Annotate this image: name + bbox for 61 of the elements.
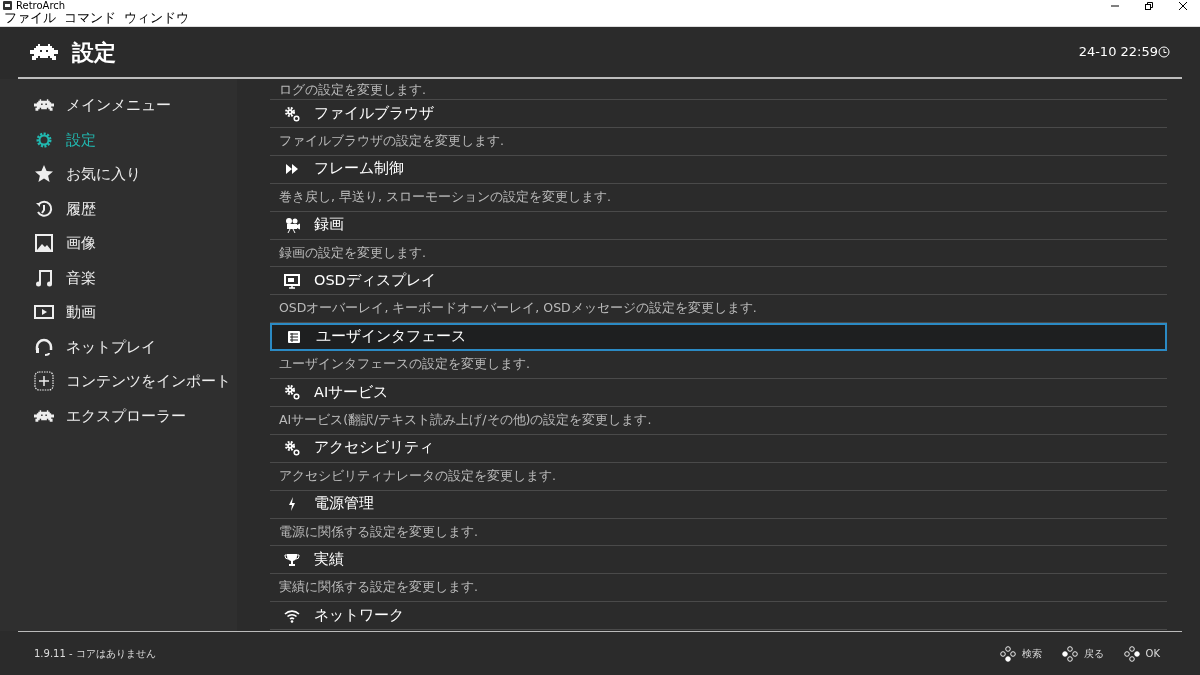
restore-icon [1144, 0, 1154, 11]
settings-item[interactable]: ファイルブラウザ [270, 100, 1167, 128]
settings-item[interactable]: 実績 [270, 546, 1167, 575]
close-icon [1178, 0, 1188, 11]
gamepad-buttons-icon [1061, 645, 1078, 662]
gears-icon [284, 440, 300, 457]
settings-item[interactable]: アクセシビリティ [270, 434, 1167, 463]
settings-item[interactable]: 録画 [270, 211, 1167, 240]
item-description: ユーザインタフェースの設定を変更します. [279, 355, 530, 374]
item-description: ログの設定を変更します. [279, 81, 426, 97]
settings-item[interactable]: AIサービス [270, 379, 1167, 407]
clock-time: 24-10 22:59 [1078, 43, 1158, 62]
gears-icon [284, 384, 300, 401]
footer-button[interactable]: OK [1117, 644, 1166, 663]
status-text: 1.9.11 - コアはありません [34, 647, 156, 661]
page-title: 設定 [72, 38, 116, 67]
monitor-icon [284, 272, 300, 289]
item-description: ファイルブラウザの設定を変更します. [279, 132, 504, 150]
settings-item[interactable]: 電源管理 [270, 490, 1167, 519]
sidebar-item[interactable]: 音楽 [0, 260, 237, 295]
movie-camera-icon [284, 217, 300, 234]
image-icon [34, 233, 54, 254]
gamepad-buttons-icon [1123, 645, 1140, 662]
sidebar-item[interactable]: エクスプローラー [0, 398, 237, 433]
footer-button[interactable]: 検索 [993, 644, 1048, 663]
gears-icon [284, 105, 300, 122]
item-description: 巻き戻し, 早送り, スローモーションの設定を変更します. [279, 187, 611, 206]
item-description: 録画の設定を変更します. [279, 243, 426, 262]
item-description: OSDオーバーレイ, キーボードオーバーレイ, OSDメッセージの設定を変更します. [279, 299, 757, 318]
window-title: RetroArch [16, 0, 66, 12]
clock-icon [1158, 46, 1170, 58]
item-description: 実績に関係する設定を変更します. [279, 578, 478, 597]
settings-item[interactable]: フレーム制御 [270, 155, 1167, 184]
settings-item[interactable]: OSDディスプレイ [270, 267, 1167, 296]
sidebar-item[interactable]: 設定 [0, 122, 237, 157]
item-description: 電源に関係する設定を変更します. [279, 522, 478, 541]
gamepad-buttons-icon [999, 645, 1016, 662]
menu-item[interactable]: ファイル [4, 9, 56, 28]
sidebar-item[interactable]: 履歴 [0, 191, 237, 226]
item-description: アクセシビリティナレータの設定を変更します. [279, 466, 556, 485]
menu-item[interactable]: コマンド [64, 9, 116, 28]
invader-logo-icon [30, 44, 58, 60]
sidebar-item[interactable]: ネットプレイ [0, 329, 237, 364]
settings-item[interactable]: ネットワーク [270, 602, 1167, 631]
star-icon [34, 164, 54, 185]
menu-item[interactable]: ウィンドウ [124, 9, 189, 28]
wifi-icon [284, 607, 300, 624]
sidebar-item[interactable]: 画像 [0, 226, 237, 261]
plus-icon [34, 371, 54, 392]
footer-button[interactable]: 戻る [1055, 644, 1110, 663]
item-description: AIサービス(翻訳/テキスト読み上げ/その他)の設定を変更します. [279, 411, 652, 429]
music-note-icon [34, 267, 54, 288]
sidebar-item[interactable]: メインメニュー [0, 88, 237, 123]
headset-icon [34, 336, 54, 357]
sidebar-item[interactable]: コンテンツをインポート [0, 364, 237, 399]
sidebar-item[interactable]: お気に入り [0, 157, 237, 192]
sidebar-item[interactable]: 動画 [0, 295, 237, 330]
history-icon [34, 198, 54, 219]
trophy-icon [284, 551, 300, 568]
settings-item[interactable]: ユーザインタフェース [270, 323, 1167, 352]
list-icon [286, 329, 302, 346]
